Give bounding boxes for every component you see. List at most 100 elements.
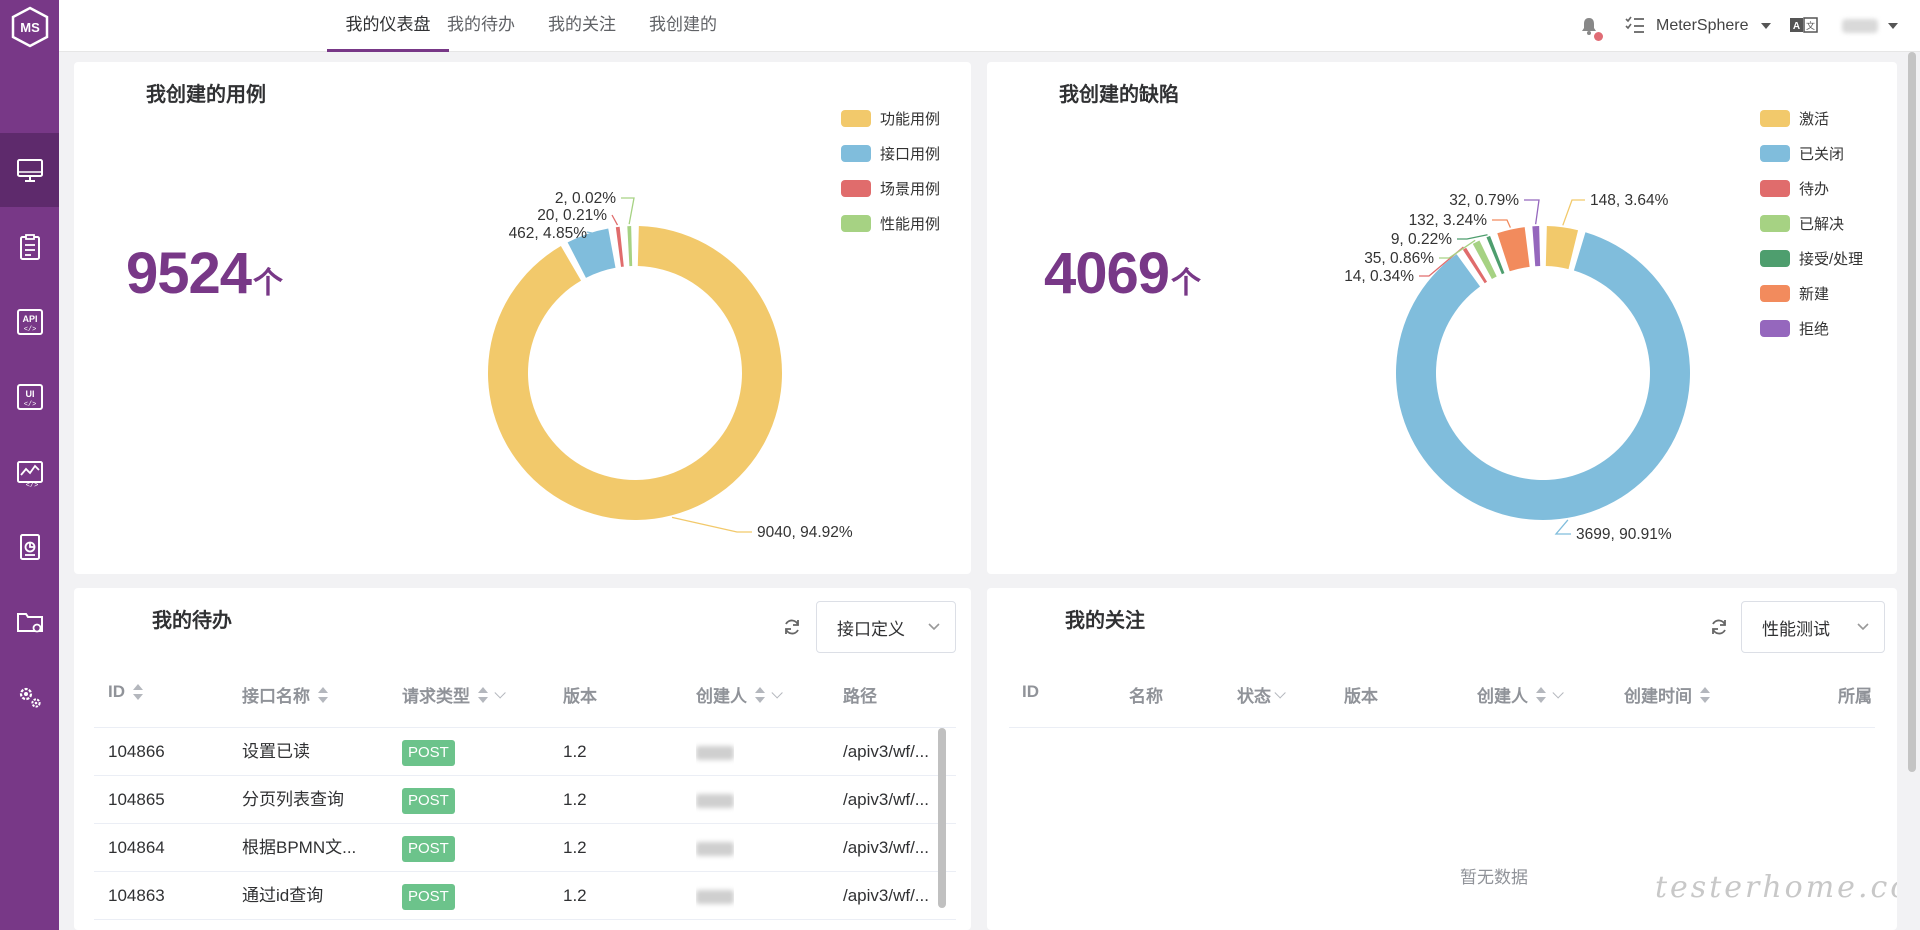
- column-header-status[interactable]: 状态: [1237, 682, 1286, 707]
- legend-item[interactable]: 功能用例: [841, 101, 940, 136]
- donut-slice[interactable]: [1532, 226, 1541, 267]
- logo-text: MS: [20, 20, 40, 35]
- api-icon: API </>: [16, 309, 43, 335]
- column-header-name[interactable]: 名称: [1129, 682, 1163, 707]
- svg-text:</>: </>: [25, 482, 38, 488]
- donut-slice[interactable]: [1497, 227, 1530, 272]
- legend-item[interactable]: 接受/处理: [1760, 241, 1863, 276]
- bugs-total: 4069个: [1044, 241, 1201, 306]
- sidebar-item-workstation[interactable]: [0, 133, 59, 207]
- ui-icon: UI </>: [16, 384, 43, 410]
- todo-card-title: 我的待办: [152, 610, 232, 632]
- performance-chart-icon: </>: [16, 461, 43, 488]
- column-header-method[interactable]: 请求类型: [402, 682, 506, 707]
- sidebar-item-performance[interactable]: </>: [0, 436, 59, 510]
- refresh-icon[interactable]: [1709, 617, 1729, 637]
- method-tag: POST: [402, 835, 455, 862]
- sidebar-item-api[interactable]: API </>: [0, 285, 59, 359]
- settings-icon: [19, 687, 41, 708]
- donut-slice[interactable]: [1545, 226, 1579, 270]
- column-header-creator[interactable]: 创建人: [696, 682, 783, 707]
- avatar: [1842, 19, 1878, 33]
- label-leader-line: [1492, 219, 1511, 228]
- donut-slice[interactable]: [615, 226, 624, 267]
- table-row[interactable]: 104866 设置已读 POST 1.2 /apiv3/wf/...: [94, 728, 956, 776]
- method-tag: POST: [402, 787, 455, 814]
- chevron-down-icon: [928, 623, 940, 631]
- language-icon[interactable]: A文: [1790, 17, 1818, 33]
- column-header-id[interactable]: ID: [1022, 682, 1039, 702]
- follow-type-select-value: 性能测试: [1762, 619, 1830, 639]
- legend-item[interactable]: 新建: [1760, 276, 1863, 311]
- creator-redacted: [696, 745, 734, 760]
- cases-card: 我创建的用例 9524个 9040, 94.92% 462, 4.85% 20, 0…: [74, 62, 971, 574]
- data-label: 9040, 94.92%: [757, 524, 853, 541]
- legend-item[interactable]: 待办: [1760, 171, 1863, 206]
- column-header-name[interactable]: 接口名称: [242, 682, 328, 707]
- sidebar-item-settings[interactable]: [0, 660, 59, 734]
- tab-my-created[interactable]: 我创建的: [649, 0, 717, 52]
- sidebar-item-project[interactable]: [0, 584, 59, 658]
- svg-text:A: A: [1793, 21, 1800, 32]
- donut-slice[interactable]: [488, 226, 782, 520]
- workspace-switcher[interactable]: MeterSphere: [1656, 0, 1771, 52]
- table-header-divider: [1009, 727, 1875, 728]
- legend-item[interactable]: 已解决: [1760, 206, 1863, 241]
- cases-legend: 功能用例 接口用例 场景用例 性能用例: [841, 101, 940, 241]
- data-label: 462, 4.85%: [509, 225, 588, 242]
- todo-type-select[interactable]: 接口定义: [816, 601, 956, 653]
- table-scrollbar[interactable]: [938, 728, 946, 908]
- follow-card-title: 我的关注: [1065, 610, 1145, 632]
- data-label: 20, 0.21%: [537, 207, 607, 224]
- table-row[interactable]: 104864 根据BPMN文... POST 1.2 /apiv3/wf/...: [94, 824, 956, 872]
- legend-item[interactable]: 场景用例: [841, 171, 940, 206]
- label-leader-line: [586, 231, 593, 234]
- creator-redacted: [696, 889, 734, 904]
- donut-slice[interactable]: [627, 226, 633, 267]
- column-header-id[interactable]: ID: [108, 682, 143, 702]
- task-list-icon[interactable]: [1625, 16, 1645, 34]
- column-header-path[interactable]: 路径: [843, 682, 877, 707]
- label-leader-line: [1457, 234, 1488, 240]
- svg-text:</>: </>: [23, 401, 36, 409]
- refresh-icon[interactable]: [782, 617, 802, 637]
- legend-item[interactable]: 拒绝: [1760, 311, 1863, 346]
- follow-type-select[interactable]: 性能测试: [1741, 601, 1885, 653]
- table-row[interactable]: 104865 分页列表查询 POST 1.2 /apiv3/wf/...: [94, 776, 956, 824]
- metersphere-logo[interactable]: MS: [9, 6, 51, 48]
- data-label: 2, 0.02%: [555, 190, 616, 207]
- label-leader-line: [621, 197, 635, 225]
- api-icon-label: API: [22, 314, 37, 324]
- legend-item[interactable]: 激活: [1760, 101, 1863, 136]
- sidebar-item-report[interactable]: [0, 510, 59, 584]
- legend-item[interactable]: 已关闭: [1760, 136, 1863, 171]
- sidebar-item-track[interactable]: [0, 210, 59, 284]
- column-header-owner[interactable]: 所属: [1838, 682, 1872, 707]
- data-label: 148, 3.64%: [1590, 192, 1669, 209]
- svg-text:文: 文: [1806, 20, 1815, 32]
- tab-my-dashboard[interactable]: 我的仪表盘: [327, 0, 449, 52]
- donut-slice[interactable]: [1396, 232, 1690, 521]
- data-label: 9, 0.22%: [1391, 231, 1452, 248]
- ui-icon-label: UI: [25, 389, 34, 399]
- column-header-version[interactable]: 版本: [563, 682, 597, 707]
- column-header-created-time[interactable]: 创建时间: [1624, 682, 1710, 707]
- table-row[interactable]: 104863 通过id查询 POST 1.2 /apiv3/wf/...: [94, 872, 956, 920]
- tab-my-follow[interactable]: 我的关注: [548, 0, 616, 52]
- page-scrollbar[interactable]: [1908, 52, 1916, 772]
- bugs-card: 我创建的缺陷 4069个 148, 3.64% 3699, 90.91% 14, 0…: [987, 62, 1897, 574]
- user-menu[interactable]: [1842, 0, 1898, 52]
- data-label: 35, 0.86%: [1364, 250, 1434, 267]
- legend-item[interactable]: 性能用例: [841, 206, 940, 241]
- legend-item[interactable]: 接口用例: [841, 136, 940, 171]
- column-header-creator[interactable]: 创建人: [1477, 682, 1564, 707]
- notification-dot: [1594, 32, 1603, 41]
- tab-my-todo[interactable]: 我的待办: [447, 0, 515, 52]
- label-leader-line: [671, 516, 752, 533]
- project-folder-icon: [16, 613, 43, 633]
- bugs-legend: 激活 已关闭 待办 已解决 接受/处理 新建 拒绝: [1760, 101, 1863, 346]
- method-tag: POST: [402, 739, 455, 766]
- data-label: 14, 0.34%: [1344, 268, 1414, 285]
- column-header-version[interactable]: 版本: [1344, 682, 1378, 707]
- sidebar-item-ui[interactable]: UI </>: [0, 360, 59, 434]
